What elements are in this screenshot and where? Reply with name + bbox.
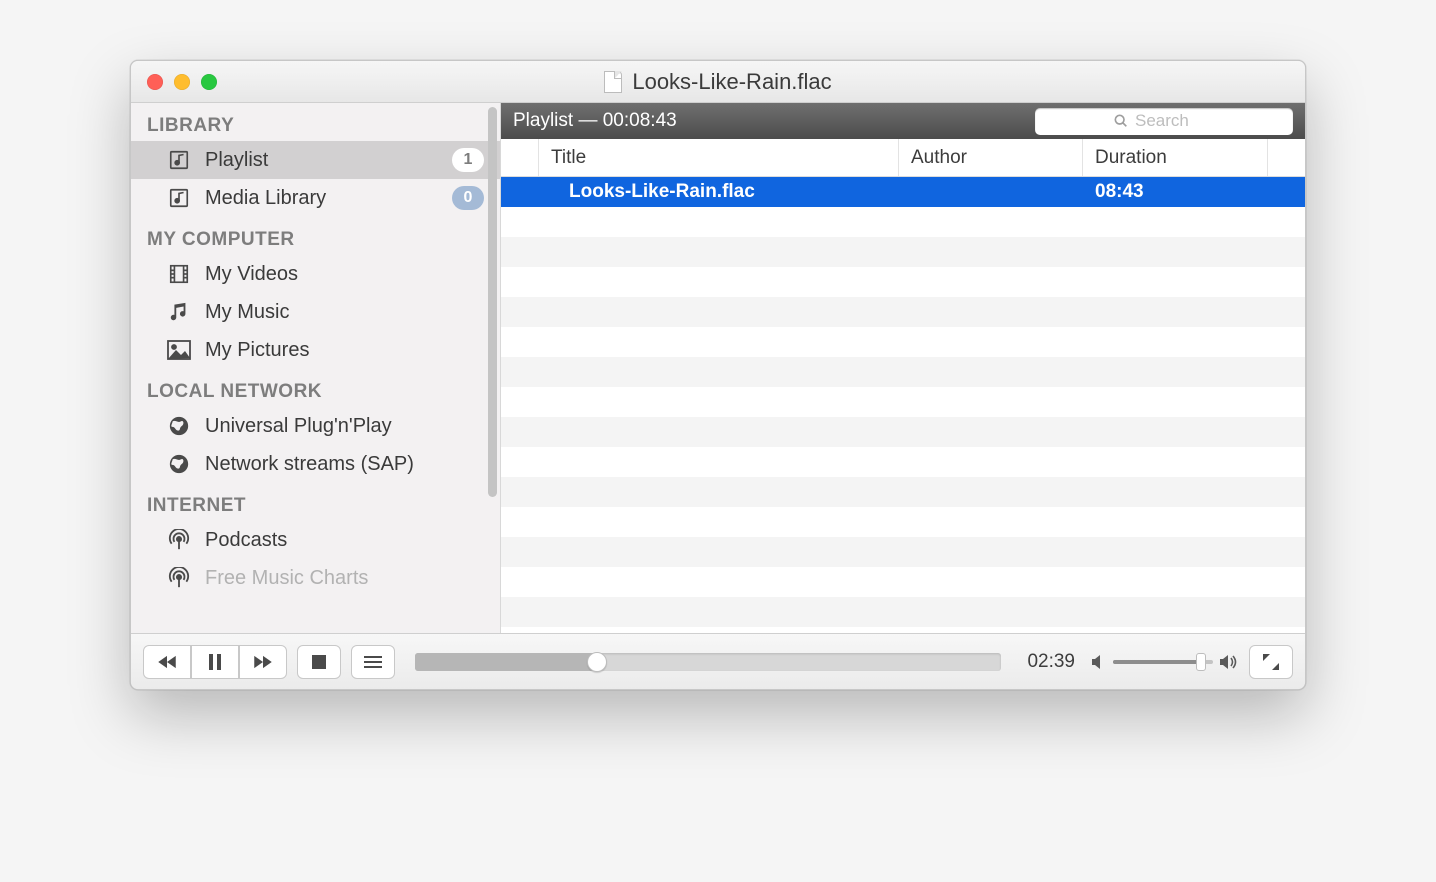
- playlist-toggle-button[interactable]: [351, 645, 395, 679]
- volume-fill: [1113, 660, 1201, 664]
- empty-row: [501, 357, 1305, 387]
- empty-row: [501, 267, 1305, 297]
- fullscreen-button[interactable]: [1249, 645, 1293, 679]
- empty-row: [501, 597, 1305, 627]
- table-header: Title Author Duration: [501, 139, 1305, 177]
- empty-row: [501, 537, 1305, 567]
- sidebar-item-label: Playlist: [205, 149, 438, 172]
- volume-high-icon: [1219, 654, 1239, 670]
- track-duration: 08:43: [1083, 181, 1268, 203]
- sidebar-item-label: Network streams (SAP): [205, 453, 484, 476]
- empty-row: [501, 387, 1305, 417]
- column-author[interactable]: Author: [899, 139, 1083, 176]
- close-window-button[interactable]: [147, 74, 163, 90]
- sidebar-item[interactable]: Universal Plug'n'Play: [131, 407, 500, 445]
- volume-low-icon: [1091, 655, 1107, 669]
- empty-row: [501, 477, 1305, 507]
- sidebar-item-label: My Pictures: [205, 339, 484, 362]
- playback-controls: 02:39: [131, 633, 1305, 689]
- elapsed-time: 02:39: [1021, 651, 1081, 673]
- empty-row: [501, 507, 1305, 537]
- app-window: Looks-Like-Rain.flac LIBRARY Playlist 1 Med…: [130, 60, 1306, 690]
- sidebar-item-label: Universal Plug'n'Play: [205, 415, 484, 438]
- empty-row: [501, 417, 1305, 447]
- fast-forward-icon: [252, 655, 274, 669]
- sidebar-item[interactable]: Network streams (SAP): [131, 445, 500, 483]
- document-icon: [604, 71, 622, 93]
- main-pane: Playlist — 00:08:43 Title Author Duratio…: [501, 103, 1305, 633]
- sidebar-item[interactable]: My Music: [131, 293, 500, 331]
- empty-row: [501, 627, 1305, 633]
- search-box[interactable]: [1035, 108, 1293, 135]
- column-handle[interactable]: [501, 139, 539, 176]
- pause-icon: [208, 654, 222, 670]
- sidebar-item[interactable]: My Pictures: [131, 331, 500, 369]
- minimize-window-button[interactable]: [174, 74, 190, 90]
- volume-knob[interactable]: [1196, 653, 1206, 671]
- sidebar-item[interactable]: Free Music Charts: [131, 559, 500, 597]
- empty-row: [501, 237, 1305, 267]
- seek-fill: [415, 653, 597, 671]
- rewind-icon: [156, 655, 178, 669]
- playlist-header-title: Playlist — 00:08:43: [513, 110, 677, 132]
- sidebar-item-label: Free Music Charts: [205, 567, 484, 590]
- sidebar-item-label: Podcasts: [205, 529, 484, 552]
- empty-row: [501, 297, 1305, 327]
- volume-slider[interactable]: [1113, 660, 1213, 664]
- sidebar: LIBRARY Playlist 1 Media Library 0 MY COMPUTE…: [131, 103, 501, 633]
- zoom-window-button[interactable]: [201, 74, 217, 90]
- search-input[interactable]: [1135, 111, 1215, 131]
- seek-knob[interactable]: [587, 652, 607, 672]
- sidebar-item-label: My Music: [205, 301, 484, 324]
- media-library-icon: [167, 186, 191, 210]
- list-icon: [364, 655, 382, 669]
- empty-row: [501, 207, 1305, 237]
- music-note-icon: [167, 300, 191, 324]
- sidebar-item-label: Media Library: [205, 187, 438, 210]
- playlist-header-bar: Playlist — 00:08:43: [501, 103, 1305, 139]
- globe-icon: [167, 452, 191, 476]
- volume-control: [1091, 654, 1239, 670]
- fullscreen-icon: [1263, 654, 1279, 670]
- globe-icon: [167, 414, 191, 438]
- empty-row: [501, 447, 1305, 477]
- pause-button[interactable]: [191, 645, 239, 679]
- sidebar-item[interactable]: My Videos: [131, 255, 500, 293]
- window-title: Looks-Like-Rain.flac: [632, 69, 831, 95]
- sidebar-badge: 0: [452, 186, 484, 210]
- track-title: Looks-Like-Rain.flac: [539, 181, 899, 203]
- sidebar-section-header: LIBRARY: [131, 103, 500, 141]
- next-button[interactable]: [239, 645, 287, 679]
- titlebar: Looks-Like-Rain.flac: [131, 61, 1305, 103]
- track-row[interactable]: Looks-Like-Rain.flac 08:43: [501, 177, 1305, 207]
- sidebar-item-label: My Videos: [205, 263, 484, 286]
- picture-icon: [167, 338, 191, 362]
- sidebar-section-header: LOCAL NETWORK: [131, 369, 500, 407]
- empty-row: [501, 327, 1305, 357]
- window-controls: [131, 74, 217, 90]
- sidebar-section-header: INTERNET: [131, 483, 500, 521]
- track-list: Looks-Like-Rain.flac 08:43: [501, 177, 1305, 633]
- empty-row: [501, 567, 1305, 597]
- sidebar-badge: 1: [452, 148, 484, 172]
- column-duration[interactable]: Duration: [1083, 139, 1268, 176]
- stop-icon: [312, 655, 326, 669]
- podcast-icon: [167, 566, 191, 590]
- stop-button[interactable]: [297, 645, 341, 679]
- sidebar-item[interactable]: Playlist 1: [131, 141, 500, 179]
- search-icon: [1113, 113, 1129, 129]
- sidebar-item[interactable]: Podcasts: [131, 521, 500, 559]
- podcast-icon: [167, 528, 191, 552]
- column-spacer: [1268, 139, 1305, 176]
- film-icon: [167, 262, 191, 286]
- previous-button[interactable]: [143, 645, 191, 679]
- sidebar-section-header: MY COMPUTER: [131, 217, 500, 255]
- sidebar-item[interactable]: Media Library 0: [131, 179, 500, 217]
- seek-slider[interactable]: [415, 653, 1001, 671]
- sidebar-scrollbar[interactable]: [488, 107, 497, 497]
- column-title[interactable]: Title: [539, 139, 899, 176]
- playlist-icon: [167, 148, 191, 172]
